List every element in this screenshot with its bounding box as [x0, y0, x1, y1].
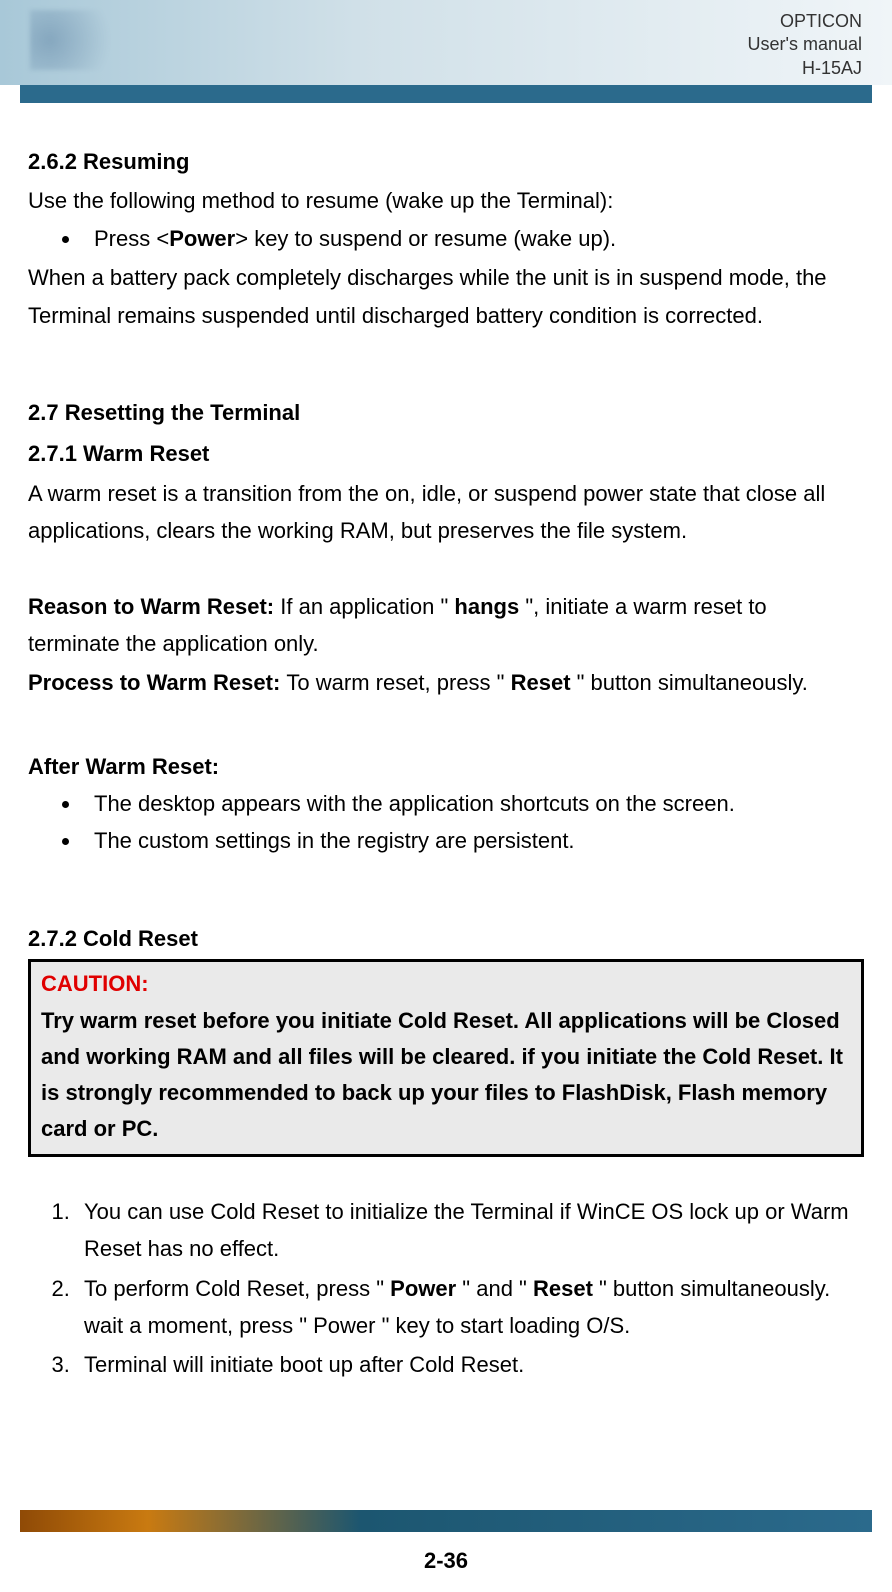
header-line-2: User's manual — [748, 33, 862, 56]
hangs-label: hangs — [454, 594, 519, 619]
warm-reset-desc: A warm reset is a transition from the on… — [28, 475, 864, 550]
after-warm-reset-bullets: The desktop appears with the application… — [28, 785, 864, 860]
reason-label: Reason to Warm Reset: — [28, 594, 280, 619]
heading-2-7: 2.7 Resetting the Terminal — [28, 394, 864, 431]
footer-accent-bar — [20, 1510, 872, 1532]
caution-text: Try warm reset before you initiate Cold … — [41, 1003, 851, 1148]
header-banner: OPTICON User's manual H-15AJ — [0, 0, 892, 85]
list-item: You can use Cold Reset to initialize the… — [76, 1193, 864, 1268]
header-line-3: H-15AJ — [748, 57, 862, 80]
page-number: 2-36 — [0, 1548, 892, 1574]
list-item: Terminal will initiate boot up after Col… — [76, 1346, 864, 1383]
header-text: OPTICON User's manual H-15AJ — [748, 10, 862, 80]
heading-2-7-2: 2.7.2 Cold Reset — [28, 920, 864, 957]
page-content: 2.6.2 Resuming Use the following method … — [0, 103, 892, 1384]
text: " button simultaneously. — [571, 670, 808, 695]
list-item: The custom settings in the registry are … — [82, 822, 864, 859]
text: Press < — [94, 226, 169, 251]
text: > key to suspend or resume (wake up). — [235, 226, 616, 251]
list-item: To perform Cold Reset, press " Power " a… — [76, 1270, 864, 1345]
power-button-label: Power — [390, 1276, 456, 1301]
resuming-intro: Use the following method to resume (wake… — [28, 182, 864, 219]
list-item: The desktop appears with the application… — [82, 785, 864, 822]
heading-2-6-2: 2.6.2 Resuming — [28, 143, 864, 180]
reset-button-label: Reset — [533, 1276, 593, 1301]
text: To perform Cold Reset, press " — [84, 1276, 390, 1301]
after-warm-reset-label: After Warm Reset: — [28, 748, 864, 785]
process-label: Process to Warm Reset: — [28, 670, 286, 695]
header-line-1: OPTICON — [748, 10, 862, 33]
header-accent-bar — [20, 85, 872, 103]
cold-reset-steps: You can use Cold Reset to initialize the… — [28, 1193, 864, 1384]
list-item: Press <Power> key to suspend or resume (… — [82, 220, 864, 257]
warm-reset-process: Process to Warm Reset: To warm reset, pr… — [28, 664, 864, 701]
caution-box: CAUTION: Try warm reset before you initi… — [28, 959, 864, 1156]
text: If an application " — [280, 594, 454, 619]
power-key-label: Power — [169, 226, 235, 251]
warm-reset-reason: Reason to Warm Reset: If an application … — [28, 588, 864, 663]
resuming-after-text: When a battery pack completely discharge… — [28, 259, 864, 334]
text: To warm reset, press " — [286, 670, 510, 695]
reset-button-label: Reset — [511, 670, 571, 695]
heading-2-7-1: 2.7.1 Warm Reset — [28, 435, 864, 472]
caution-label: CAUTION: — [41, 966, 851, 1002]
text: " and " — [456, 1276, 533, 1301]
resuming-bullets: Press <Power> key to suspend or resume (… — [28, 220, 864, 257]
